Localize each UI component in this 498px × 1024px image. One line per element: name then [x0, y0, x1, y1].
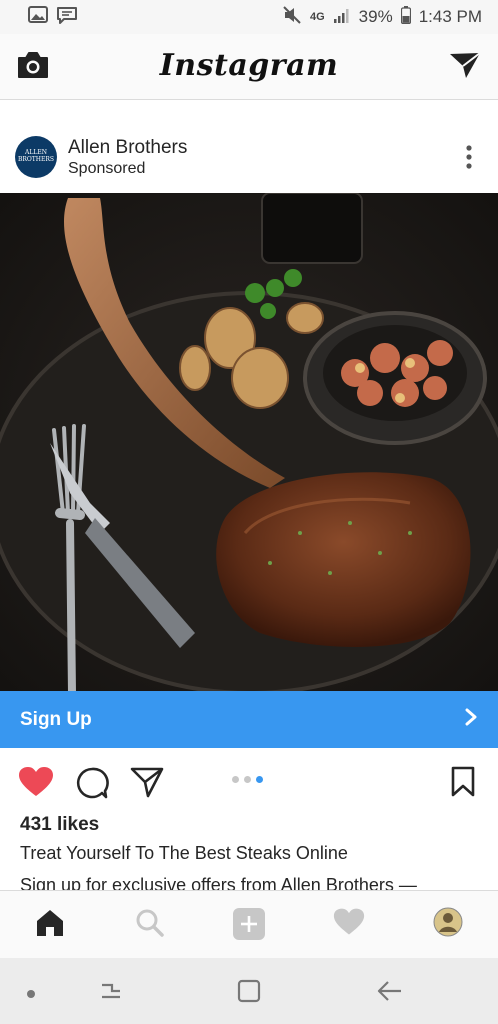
signal-icon [333, 7, 351, 28]
sign-up-cta[interactable]: Sign Up [0, 691, 498, 748]
post-header: ALLEN BROTHERS Allen Brothers Sponsored [0, 120, 498, 192]
carousel-dot [244, 776, 251, 783]
direct-message-icon[interactable] [448, 50, 482, 85]
sponsored-label: Sponsored [68, 160, 146, 177]
carousel-dot [232, 776, 239, 783]
gallery-icon [28, 6, 48, 28]
more-options-icon[interactable] [464, 144, 474, 172]
profile-avatar[interactable] [433, 907, 463, 942]
home-button-icon[interactable] [236, 978, 262, 1009]
app-logo: Instagram [159, 48, 339, 83]
app-header: Instagram [0, 34, 498, 100]
dot-icon[interactable] [26, 986, 36, 1004]
carousel-indicator [232, 776, 263, 783]
bottom-nav [0, 890, 498, 958]
cta-label: Sign Up [20, 708, 92, 730]
brand-avatar[interactable]: ALLEN BROTHERS [15, 136, 57, 178]
avatar-text: ALLEN BROTHERS [17, 149, 55, 163]
chevron-right-icon [464, 708, 478, 731]
likes-count[interactable]: 431 likes [20, 814, 99, 836]
post-headline: Treat Yourself To The Best Steaks Online [20, 843, 348, 863]
search-icon[interactable] [134, 907, 166, 944]
battery-percent: 39% [358, 7, 393, 26]
like-heart-icon[interactable] [18, 766, 54, 803]
back-icon[interactable] [376, 978, 404, 1009]
recent-apps-icon[interactable] [98, 978, 124, 1009]
message-icon [56, 6, 78, 29]
post-actions [0, 758, 498, 806]
mute-icon [282, 5, 302, 29]
share-icon[interactable] [130, 766, 164, 803]
home-icon[interactable] [34, 907, 66, 944]
steak-photo[interactable] [0, 193, 498, 691]
network-label: 4G [309, 11, 325, 23]
activity-heart-icon[interactable] [333, 907, 365, 942]
comment-icon[interactable] [75, 766, 109, 805]
status-bar: 4G 39% 1:43 PM [0, 0, 498, 34]
post-username[interactable]: Allen Brothers [68, 137, 187, 159]
system-nav-bar [0, 958, 498, 1024]
bookmark-icon[interactable] [450, 766, 476, 803]
carousel-dot-active [256, 776, 263, 783]
clock: 1:43 PM [418, 7, 482, 26]
battery-icon [400, 5, 411, 29]
add-post-icon[interactable] [232, 907, 266, 946]
